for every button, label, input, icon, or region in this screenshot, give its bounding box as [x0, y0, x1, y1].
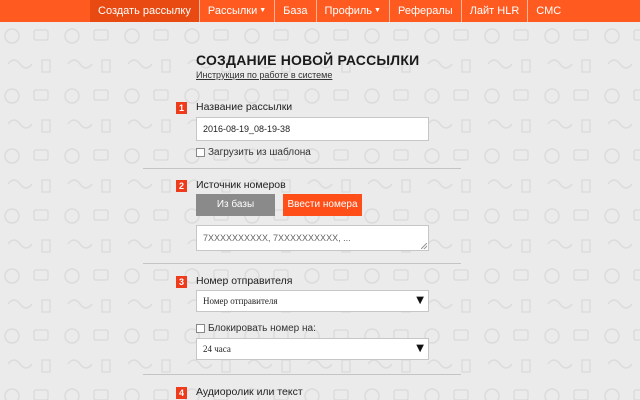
nav-item-label: Рефералы	[397, 5, 453, 17]
section-divider	[143, 263, 461, 264]
step-3-label: Номер отправителя	[196, 275, 293, 287]
nav-item-label: База	[283, 5, 308, 17]
load-template-label: Загрузить из шаблона	[208, 147, 311, 158]
help-link[interactable]: Инструкция по работе в системе	[196, 70, 332, 80]
caret-down-icon: ▼	[259, 7, 267, 14]
block-number-checkbox[interactable]	[196, 324, 205, 333]
step-1-label: Название рассылки	[196, 101, 293, 113]
block-number-label: Блокировать номер на:	[208, 323, 316, 334]
nav-item-4[interactable]: Рефералы	[388, 0, 461, 22]
numbers-placeholder: 7XXXXXXXXXX, 7XXXXXXXXXX, ...	[203, 233, 351, 243]
page-title: СОЗДАНИЕ НОВОЙ РАССЫЛКИ	[196, 52, 420, 68]
nav-item-6[interactable]: СМС	[527, 0, 569, 22]
step-2-label: Источник номеров	[196, 179, 286, 191]
dropdown-arrow-icon: ▼	[416, 295, 424, 306]
numbers-textarea[interactable]: 7XXXXXXXXXX, 7XXXXXXXXXX, ...	[196, 225, 429, 251]
sender-number-value: Номер отправителя	[203, 296, 278, 306]
block-duration-value: 24 часа	[203, 344, 231, 354]
nav-item-label: СМС	[536, 5, 562, 17]
section-divider	[143, 168, 461, 169]
nav-item-label: Рассылки	[207, 5, 258, 17]
nav-item-2[interactable]: База	[274, 0, 315, 22]
block-number-checkbox-row[interactable]: Блокировать номер на:	[196, 323, 316, 334]
sender-number-select[interactable]: Номер отправителя ▼	[196, 290, 429, 312]
section-divider	[143, 374, 461, 375]
step-1-badge: 1	[176, 102, 187, 114]
step-4-label: Аудиоролик или текст	[196, 386, 303, 398]
nav-item-0[interactable]: Создать рассылку	[90, 0, 199, 22]
step-4-badge: 4	[176, 387, 187, 399]
top-navigation: Создать рассылку Рассылки ▼ База Профиль ▼ Реф…	[0, 0, 640, 22]
block-duration-select[interactable]: 24 часа ▼	[196, 338, 429, 360]
resize-grip[interactable]	[421, 243, 427, 249]
from-base-button[interactable]: Из базы	[196, 194, 275, 216]
nav-item-label: Лайт HLR	[469, 5, 520, 17]
nav-item-label: Создать рассылку	[98, 5, 191, 17]
enter-numbers-button[interactable]: Ввести номера	[283, 194, 362, 216]
load-template-checkbox[interactable]	[196, 148, 205, 157]
nav-item-5[interactable]: Лайт HLR	[460, 0, 528, 22]
nav-item-label: Профиль	[324, 5, 373, 17]
load-template-checkbox-row[interactable]: Загрузить из шаблона	[196, 147, 311, 158]
step-2-badge: 2	[176, 180, 187, 192]
nav-item-1[interactable]: Рассылки ▼	[198, 0, 274, 22]
step-3-badge: 3	[176, 276, 187, 288]
dropdown-arrow-icon: ▼	[416, 343, 424, 354]
campaign-name-input[interactable]: 2016-08-19_08-19-38	[196, 117, 429, 141]
caret-down-icon: ▼	[374, 7, 381, 14]
nav-item-3[interactable]: Профиль ▼	[315, 0, 389, 22]
